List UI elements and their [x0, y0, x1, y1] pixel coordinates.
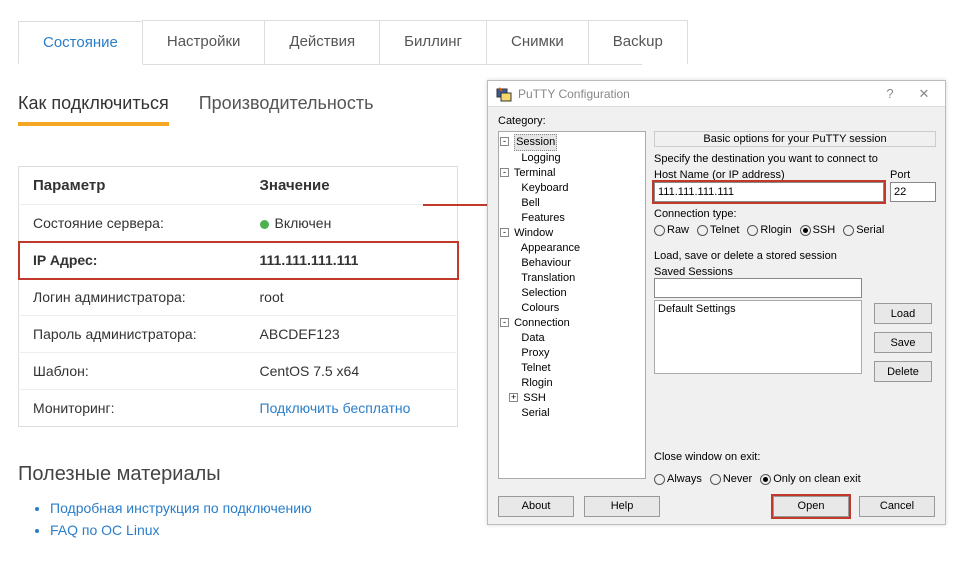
col-value: Значение [246, 167, 458, 205]
session-name-input[interactable] [654, 278, 862, 298]
label-state: Состояние сервера: [19, 205, 246, 242]
tree-session[interactable]: Session [514, 134, 557, 151]
tree-telnet[interactable]: Telnet [521, 362, 550, 374]
session-default[interactable]: Default Settings [658, 303, 858, 315]
port-input[interactable] [890, 182, 936, 202]
category-label: Category: [498, 115, 546, 127]
tree-rlogin[interactable]: Rlogin [521, 377, 552, 389]
conn-type-label: Connection type: [654, 208, 936, 220]
tab-state[interactable]: Состояние [18, 21, 143, 65]
window-title: PuTTY Configuration [518, 87, 630, 101]
sessions-group-label: Load, save or delete a stored session [654, 250, 936, 262]
value-template: CentOS 7.5 x64 [246, 353, 458, 390]
putty-icon [496, 86, 512, 102]
radio-serial[interactable]: Serial [843, 224, 884, 236]
value-ip: 111.111.111.111 [246, 242, 458, 279]
tab-snapshots[interactable]: Снимки [486, 20, 589, 64]
about-button[interactable]: About [498, 496, 574, 517]
tab-settings[interactable]: Настройки [142, 20, 266, 64]
tab-actions[interactable]: Действия [264, 20, 380, 64]
subtab-performance[interactable]: Производительность [199, 93, 374, 126]
label-password: Пароль администратора: [19, 316, 246, 353]
putty-window: PuTTY Configuration ? ✕ Category: - Sess… [487, 80, 946, 525]
tree-colours[interactable]: Colours [521, 302, 559, 314]
params-table: Параметр Значение Состояние сервера: Вкл… [18, 166, 458, 427]
tree-appearance[interactable]: Appearance [521, 242, 580, 254]
radio-always[interactable]: Always [654, 473, 702, 485]
load-button[interactable]: Load [874, 303, 932, 324]
radio-rlogin[interactable]: Rlogin [747, 224, 791, 236]
row-monitoring: Мониторинг: Подключить бесплатно [19, 390, 458, 427]
titlebar[interactable]: PuTTY Configuration ? ✕ [488, 81, 945, 107]
help-button-bottom[interactable]: Help [584, 496, 660, 517]
row-template: Шаблон: CentOS 7.5 x64 [19, 353, 458, 390]
value-login: root [246, 279, 458, 316]
category-tree[interactable]: - Session Logging - Terminal Keyboard Be… [498, 131, 646, 479]
subtab-connect[interactable]: Как подключиться [18, 93, 169, 126]
tree-selection[interactable]: Selection [521, 287, 566, 299]
tree-terminal[interactable]: Terminal [514, 167, 556, 179]
value-password: ABCDEF123 [246, 316, 458, 353]
tree-window[interactable]: Window [514, 227, 553, 239]
radio-clean[interactable]: Only on clean exit [760, 473, 860, 485]
session-panel: Basic options for your PuTTY session Spe… [654, 131, 936, 479]
help-button[interactable]: ? [873, 86, 907, 101]
open-button[interactable]: Open [773, 496, 849, 517]
row-state: Состояние сервера: Включен [19, 205, 458, 242]
tree-keyboard[interactable]: Keyboard [521, 182, 568, 194]
status-dot-icon [260, 220, 269, 229]
tree-data[interactable]: Data [521, 332, 544, 344]
link-monitoring[interactable]: Подключить бесплатно [260, 400, 411, 416]
main-tabs: Состояние Настройки Действия Биллинг Сни… [18, 20, 642, 65]
label-monitoring: Мониторинг: [19, 390, 246, 427]
port-label: Port [890, 169, 936, 181]
radio-never[interactable]: Never [710, 473, 752, 485]
cancel-button[interactable]: Cancel [859, 496, 935, 517]
sessions-list[interactable]: Default Settings [654, 300, 862, 374]
row-password: Пароль администратора: ABCDEF123 [19, 316, 458, 353]
tree-features[interactable]: Features [521, 212, 564, 224]
tree-ssh[interactable]: SSH [523, 392, 546, 404]
label-template: Шаблон: [19, 353, 246, 390]
saved-sessions-label: Saved Sessions [654, 266, 936, 278]
row-login: Логин администратора: root [19, 279, 458, 316]
radio-raw[interactable]: Raw [654, 224, 689, 236]
label-login: Логин администратора: [19, 279, 246, 316]
delete-button[interactable]: Delete [874, 361, 932, 382]
close-on-exit-label: Close window on exit: [654, 451, 760, 463]
dest-label: Specify the destination you want to conn… [654, 153, 936, 165]
tree-bell[interactable]: Bell [521, 197, 539, 209]
tree-connection[interactable]: Connection [514, 317, 570, 329]
row-ip: IP Адрес: 111.111.111.111 [19, 242, 458, 279]
tree-logging[interactable]: Logging [521, 152, 560, 164]
hostname-input[interactable] [654, 182, 884, 202]
radio-ssh[interactable]: SSH [800, 224, 836, 236]
tab-backup[interactable]: Backup [588, 20, 688, 64]
label-ip: IP Адрес: [19, 242, 246, 279]
value-state: Включен [275, 215, 332, 231]
tree-serial[interactable]: Serial [521, 407, 549, 419]
panel-title: Basic options for your PuTTY session [654, 131, 936, 147]
tree-behaviour[interactable]: Behaviour [521, 257, 571, 269]
close-button[interactable]: ✕ [907, 86, 941, 102]
tree-translation[interactable]: Translation [521, 272, 575, 284]
tab-billing[interactable]: Биллинг [379, 20, 487, 64]
save-button[interactable]: Save [874, 332, 932, 353]
host-label: Host Name (or IP address) [654, 169, 884, 181]
tree-proxy[interactable]: Proxy [521, 347, 549, 359]
radio-telnet[interactable]: Telnet [697, 224, 739, 236]
col-param: Параметр [19, 167, 246, 205]
